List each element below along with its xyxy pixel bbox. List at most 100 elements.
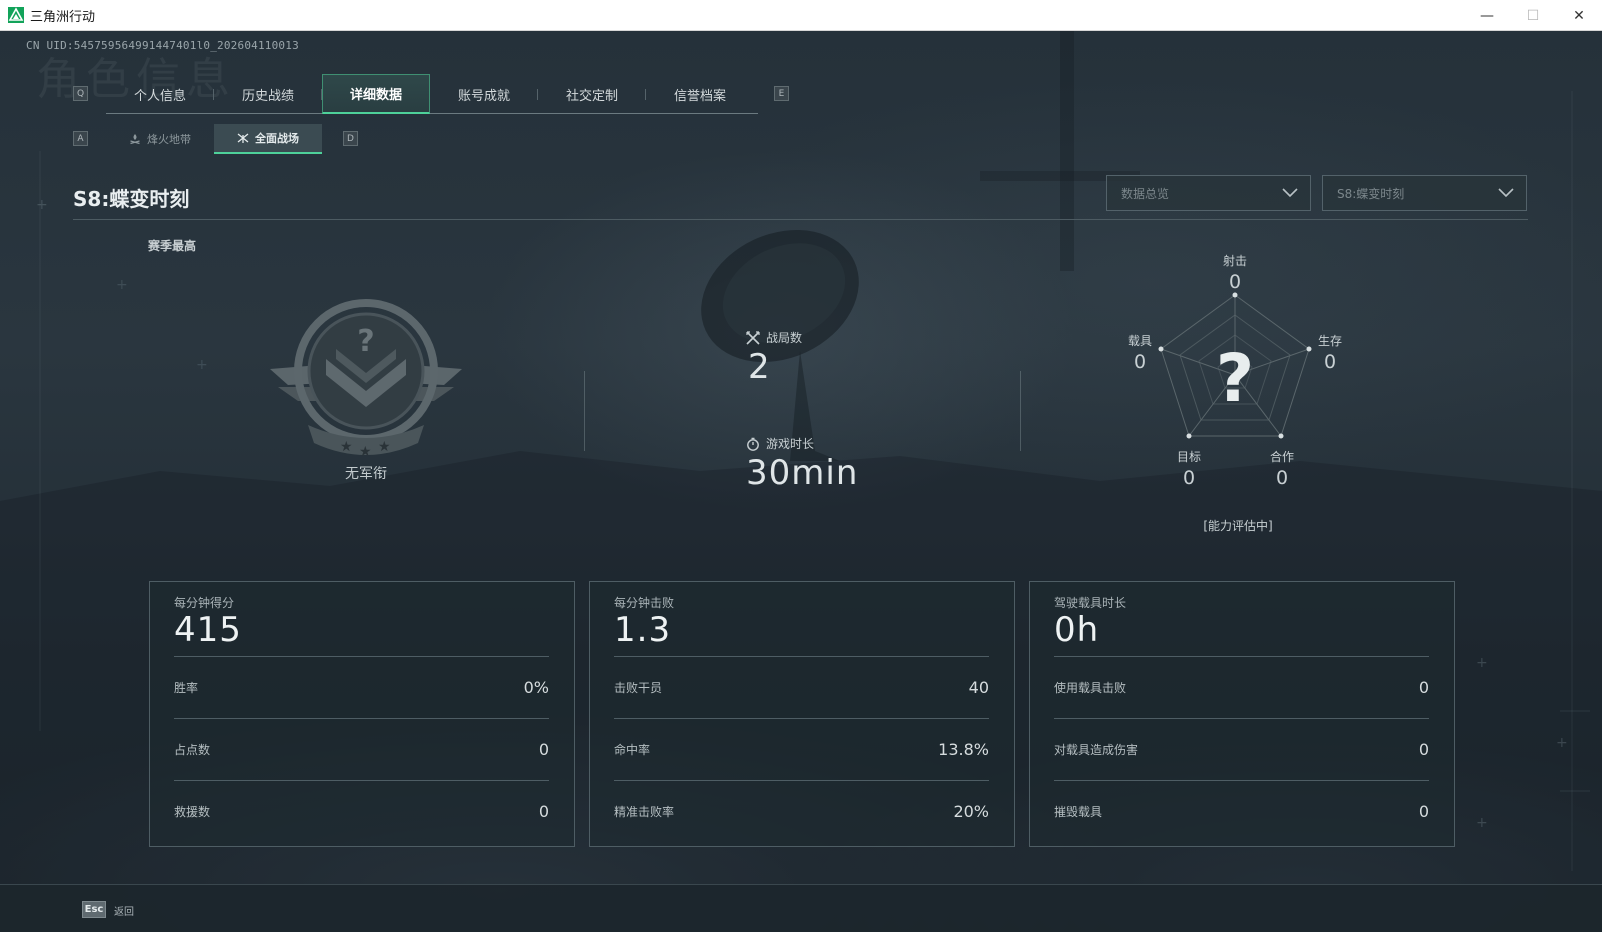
game-viewport: + + + + + + 角色信息 CN UID:5457595649914474… bbox=[0, 31, 1602, 932]
svg-text:+: + bbox=[196, 357, 208, 373]
card-main-value: 415 bbox=[174, 610, 242, 650]
svg-text:+: + bbox=[1476, 655, 1488, 671]
svg-text:+: + bbox=[116, 277, 128, 293]
card-main-value: 0h bbox=[1054, 610, 1100, 650]
stat-row: 占点数 0 bbox=[174, 718, 549, 780]
stat-row-value: 40 bbox=[968, 678, 989, 697]
svg-text:+: + bbox=[1476, 815, 1488, 831]
stat-row-value: 0 bbox=[1418, 678, 1429, 697]
matches-label-text: 战局数 bbox=[766, 331, 803, 345]
maximize-button[interactable]: ☐ bbox=[1510, 0, 1556, 31]
close-button[interactable]: ✕ bbox=[1556, 0, 1602, 31]
tab-detailed-data[interactable]: 详细数据 bbox=[322, 74, 430, 114]
tab-mode-extraction[interactable]: 烽火地带 bbox=[106, 124, 214, 154]
tab-mode-extraction-label: 烽火地带 bbox=[147, 133, 191, 146]
radar-label-vehicle: 载具 bbox=[1127, 334, 1152, 348]
crossed-swords-icon bbox=[746, 330, 760, 345]
unknown-rank-emblem-icon: ? ★ ★ ★ bbox=[270, 299, 462, 460]
stat-row-value: 0 bbox=[538, 740, 549, 759]
minimize-button[interactable]: — bbox=[1464, 0, 1510, 31]
card-title: 每分钟得分 bbox=[174, 596, 235, 610]
back-button-label[interactable]: 返回 bbox=[114, 903, 134, 918]
stat-row: 精准击败率 20% bbox=[614, 780, 989, 842]
stat-row-value: 0 bbox=[538, 802, 549, 821]
tab-reputation[interactable]: 信誉档案 bbox=[646, 74, 754, 114]
season-title: S8:蝶变时刻 bbox=[73, 187, 190, 211]
stat-row: 命中率 13.8% bbox=[614, 718, 989, 780]
playtime-label-text: 游戏时长 bbox=[766, 437, 815, 451]
stat-card-kills: 每分钟击败 1.3 击败干员 40 命中率 13.8% 精准击败率 20% bbox=[589, 581, 1015, 847]
stat-row-value: 13.8% bbox=[938, 740, 989, 759]
tab-match-history[interactable]: 历史战绩 bbox=[214, 74, 322, 114]
tab-social-custom[interactable]: 社交定制 bbox=[538, 74, 646, 114]
stat-row: 使用载具击败 0 bbox=[1054, 656, 1429, 718]
stat-row-label: 精准击败率 bbox=[614, 805, 675, 819]
stat-row: 击败干员 40 bbox=[614, 656, 989, 718]
season-dropdown[interactable]: S8:蝶变时刻 bbox=[1322, 175, 1527, 211]
radar-value-vehicle: 0 bbox=[1133, 351, 1147, 373]
header-divider bbox=[73, 219, 1528, 220]
stat-row: 救援数 0 bbox=[174, 780, 549, 842]
stopwatch-icon bbox=[747, 437, 759, 451]
svg-text:★: ★ bbox=[340, 439, 353, 455]
rank-name: 无军衔 bbox=[345, 466, 387, 482]
matches-value: 2 bbox=[748, 347, 770, 387]
stat-row: 胜率 0% bbox=[174, 656, 549, 718]
tab-personal-info[interactable]: 个人信息 bbox=[106, 74, 214, 114]
radar-value-survival: 0 bbox=[1323, 351, 1337, 373]
radar-vertex bbox=[1186, 433, 1192, 439]
section-divider bbox=[584, 371, 585, 451]
radar-vertex bbox=[1278, 433, 1284, 439]
radar-value-teamwork: 0 bbox=[1275, 467, 1289, 489]
stat-row-value: 0% bbox=[523, 678, 549, 697]
chevron-down-icon bbox=[1498, 188, 1514, 198]
card-main-value: 1.3 bbox=[614, 610, 672, 650]
campfire-icon bbox=[130, 134, 140, 145]
stat-row-label: 占点数 bbox=[174, 743, 211, 757]
season-best-label: 赛季最高 bbox=[148, 239, 197, 253]
stat-row-value: 0 bbox=[1418, 740, 1429, 759]
main-tabs: 个人信息 历史战绩 详细数据 账号成就 社交定制 信誉档案 bbox=[106, 74, 758, 114]
season-dropdown-value: S8:蝶变时刻 bbox=[1337, 186, 1405, 201]
radar-label-survival: 生存 bbox=[1317, 334, 1342, 348]
card-title: 每分钟击败 bbox=[614, 596, 675, 610]
stat-row-label: 胜率 bbox=[174, 681, 199, 695]
window-titlebar: 三角洲行动 — ☐ ✕ bbox=[0, 0, 1602, 31]
subtab-prev-key-hint: A bbox=[73, 131, 88, 146]
matches-label: 战局数 bbox=[746, 329, 802, 346]
stat-row-label: 击败干员 bbox=[614, 681, 663, 695]
svg-text:?: ? bbox=[357, 324, 374, 359]
tab-mode-warfare-label: 全面战场 bbox=[255, 132, 299, 145]
window-title: 三角洲行动 bbox=[30, 9, 96, 25]
stat-row-value: 20% bbox=[953, 802, 989, 821]
stat-row-label: 救援数 bbox=[174, 805, 211, 819]
data-filter-value: 数据总览 bbox=[1121, 186, 1170, 201]
stat-row: 对载具造成伤害 0 bbox=[1054, 718, 1429, 780]
tab-prev-key-hint: Q bbox=[73, 86, 88, 101]
stat-row-label: 使用载具击败 bbox=[1054, 681, 1127, 695]
radar-vertex bbox=[1232, 292, 1238, 298]
svg-text:★: ★ bbox=[359, 444, 372, 460]
radar-label-shooting: 射击 bbox=[1222, 254, 1247, 268]
player-uid: CN UID:545759564991447401l0_202604110013 bbox=[26, 39, 299, 52]
tab-achievements[interactable]: 账号成就 bbox=[430, 74, 538, 114]
crossed-rifles-icon bbox=[237, 133, 249, 143]
stat-card-score: 每分钟得分 415 胜率 0% 占点数 0 救援数 0 bbox=[149, 581, 575, 847]
esc-key-hint[interactable]: Esc bbox=[82, 901, 106, 918]
playtime-label: 游戏时长 bbox=[746, 435, 814, 452]
card-title: 驾驶载具时长 bbox=[1054, 596, 1127, 610]
chevron-down-icon bbox=[1282, 188, 1298, 198]
radar-label-teamwork: 合作 bbox=[1269, 450, 1294, 464]
radar-status: [能力评估中] bbox=[1203, 519, 1273, 533]
tab-mode-warfare[interactable]: 全面战场 bbox=[214, 124, 322, 154]
data-filter-dropdown[interactable]: 数据总览 bbox=[1106, 175, 1311, 211]
playtime-value: 30min bbox=[746, 453, 859, 493]
app-logo-icon bbox=[8, 7, 24, 23]
svg-text:★: ★ bbox=[378, 439, 391, 455]
tab-next-key-hint: E bbox=[774, 86, 789, 101]
mode-tabs: 烽火地带 全面战场 bbox=[106, 124, 322, 154]
radar-value-shooting: 0 bbox=[1228, 271, 1242, 293]
subtab-next-key-hint: D bbox=[343, 131, 358, 146]
radar-value-objective: 0 bbox=[1182, 467, 1196, 489]
stat-card-vehicles: 驾驶载具时长 0h 使用载具击败 0 对载具造成伤害 0 摧毁载具 0 bbox=[1029, 581, 1455, 847]
